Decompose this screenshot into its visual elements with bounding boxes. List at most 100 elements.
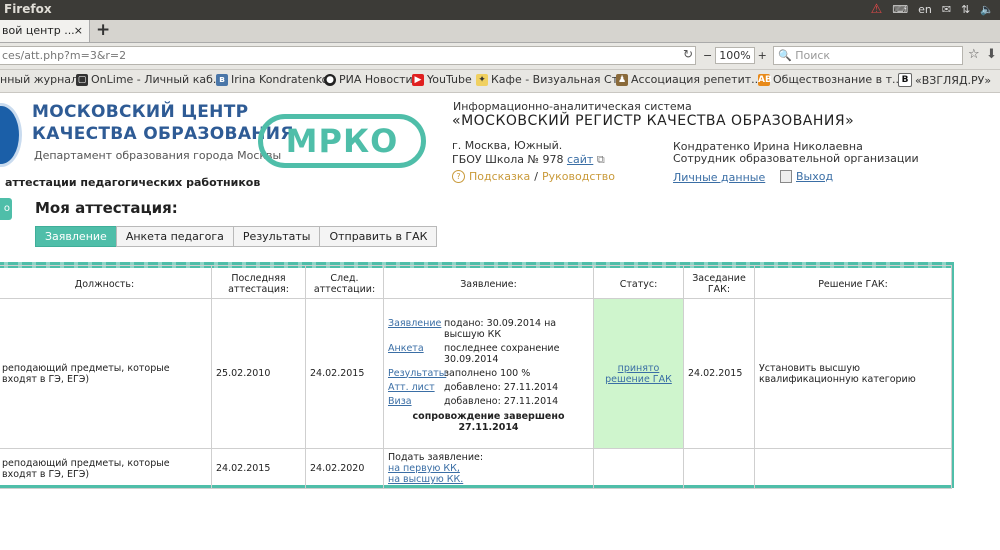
bookmark-item[interactable]: ● РИА Новости (324, 73, 413, 86)
att-sheet-link[interactable]: Атт. лист (388, 382, 444, 393)
network-icon[interactable]: ⇅ (961, 3, 970, 16)
system-tray: ⚠ ⌨ en ✉ ⇅ 🔈 (871, 2, 994, 17)
vk-icon: в (216, 73, 228, 86)
form-link[interactable]: Анкета (388, 343, 444, 365)
tab-send-to-gak[interactable]: Отправить в ГАК (319, 226, 438, 247)
help-icon: ? (452, 170, 465, 183)
app-row-results: Результаты заполнено 100 % (388, 367, 531, 379)
exit-link[interactable]: Выход (796, 170, 833, 183)
user-role: Сотрудник образовательной организации (673, 152, 919, 165)
assoc-icon: ♟ (616, 73, 628, 86)
bookmark-item[interactable]: ▢ OnLime - Личный каб... (76, 73, 223, 86)
apply-high-link[interactable]: на высшую КК. (388, 474, 589, 485)
next-attestation-cell: 24.02.2020 (305, 448, 384, 489)
zoom-in-button[interactable]: + (755, 49, 770, 62)
application-cell: Заявление подано: 30.09.2014 на высшую КК… (383, 298, 594, 449)
attestation-tabs: Заявление Анкета педагога Результаты Отп… (35, 226, 438, 247)
vzglyad-icon: В (898, 73, 912, 87)
gak-decision-cell (754, 448, 952, 489)
visa-link[interactable]: Виза (388, 396, 444, 407)
col-last-attestation: Последняя аттестация: (211, 265, 306, 299)
app-row-att-sheet: Атт. лист добавлено: 27.11.2014 (388, 381, 559, 393)
exit-icon (780, 170, 792, 183)
reload-icon[interactable]: ↻ (683, 47, 693, 61)
zoom-out-button[interactable]: − (700, 49, 715, 62)
last-attestation-cell: 25.02.2010 (211, 298, 306, 449)
site-link[interactable]: сайт (567, 153, 593, 166)
bookmark-item[interactable]: ♟ Ассоциация репетит... (616, 73, 762, 86)
org-name-line1: МОСКОВСКИЙ ЦЕНТР (32, 102, 249, 122)
position-cell: реподающий предметы, которые входят в ГЭ… (0, 298, 212, 449)
col-next-attestation: След. аттестации: (305, 265, 384, 299)
window-title: Firefox (4, 2, 52, 16)
volume-icon[interactable]: 🔈 (980, 3, 994, 16)
address-bar[interactable]: ces/att.php?m=3&r=2 (0, 46, 696, 65)
link-separator: / (534, 170, 538, 183)
tab-title: вой центр ... (2, 24, 75, 37)
youtube-icon: ▶ (412, 73, 424, 86)
gak-decision-cell: Установить высшую квалификационную катег… (754, 298, 952, 449)
bookmark-item[interactable]: нный журнал (0, 73, 78, 86)
exit-link-wrap[interactable]: Выход (780, 170, 833, 183)
app-row-application: Заявление подано: 30.09.2014 на высшую КК (388, 317, 557, 340)
col-status: Статус: (593, 265, 684, 299)
onlime-icon: ▢ (76, 73, 88, 86)
mail-icon[interactable]: ✉ (942, 3, 951, 16)
browser-tab[interactable]: вой центр ... × (0, 20, 90, 42)
external-link-icon: ⧉ (596, 153, 605, 166)
last-attestation-cell: 24.02.2015 (211, 448, 306, 489)
ab-icon: AB (758, 73, 772, 86)
tab-teacher-form[interactable]: Анкета педагога (115, 226, 234, 247)
help-links: ? Подсказка / Руководство (452, 170, 615, 183)
support-done-text: сопровождение завершено 27.11.2014 (412, 410, 565, 433)
downloads-icon[interactable]: ⬇ (986, 47, 997, 62)
bookmark-star-icon[interactable]: ☆ (968, 47, 980, 62)
tab-application[interactable]: Заявление (35, 226, 117, 247)
position-cell: реподающий предметы, которые входят в ГЭ… (0, 448, 212, 489)
bookmark-item[interactable]: AB Обществознание в т... (758, 73, 903, 86)
personal-data-link[interactable]: Личные данные (673, 171, 765, 184)
tab-results[interactable]: Результаты (232, 226, 321, 247)
table-row: реподающий предметы, которые входят в ГЭ… (0, 298, 952, 449)
keyboard-icon[interactable]: ⌨ (892, 3, 908, 16)
cafe-icon: ✦ (476, 73, 488, 86)
table-row: реподающий предметы, которые входят в ГЭ… (0, 448, 952, 489)
search-placeholder: Поиск (795, 49, 831, 62)
navigation-bar: ces/att.php?m=3&r=2 ↻ − 100% + 🔍 Поиск ☆… (0, 43, 1000, 70)
warning-icon[interactable]: ⚠ (871, 2, 883, 17)
new-tab-button[interactable]: + (96, 20, 110, 40)
app-row-visa: Виза добавлено: 27.11.2014 (388, 395, 559, 407)
next-attestation-cell: 24.02.2015 (305, 298, 384, 449)
os-title-bar: Firefox ⚠ ⌨ en ✉ ⇅ 🔈 (0, 0, 1000, 20)
bookmark-item[interactable]: ✦ Кафе - Визуальная Ст... (476, 73, 629, 86)
guide-link[interactable]: Руководство (542, 170, 615, 183)
gak-meeting-cell (683, 448, 755, 489)
zoom-level[interactable]: 100% (715, 47, 755, 64)
mrko-logo: МРКО (258, 114, 426, 168)
side-button[interactable]: о (0, 198, 12, 220)
org-name-line2: КАЧЕСТВА ОБРАЗОВАНИЯ (32, 124, 294, 144)
attestation-table: Должность: Последняя аттестация: След. а… (0, 265, 952, 489)
page-title: Моя аттестация: (35, 199, 178, 217)
bookmarks-bar: нный журнал ▢ OnLime - Личный каб... в Iri… (0, 70, 1000, 93)
col-application: Заявление: (383, 265, 594, 299)
apply-first-link[interactable]: на первую КК, (388, 463, 589, 474)
search-box[interactable]: 🔍 Поиск (773, 46, 963, 65)
bookmark-item[interactable]: ▶ YouTube (412, 73, 472, 86)
language-indicator[interactable]: en (918, 3, 932, 16)
bookmark-item[interactable]: в Irina Kondratenko (216, 73, 328, 86)
help-link[interactable]: Подсказка (469, 170, 530, 183)
application-cell: Подать заявление: на первую КК, на высшу… (383, 448, 594, 489)
section-title: аттестации педагогических работников (5, 176, 261, 189)
zoom-controls: − 100% + (700, 46, 782, 65)
search-icon: 🔍 (778, 49, 792, 62)
ria-icon: ● (324, 73, 336, 86)
department-name: Департамент образования города Москвы (34, 149, 282, 162)
results-link[interactable]: Результаты (388, 368, 446, 379)
status-link[interactable]: принято решение ГАК (605, 363, 672, 385)
application-link[interactable]: Заявление (388, 318, 444, 340)
bookmark-item[interactable]: В «ВЗГЛЯД.РУ» (898, 73, 991, 87)
close-tab-icon[interactable]: × (74, 20, 83, 42)
gak-meeting-cell: 24.02.2015 (683, 298, 755, 449)
col-gak-decision: Решение ГАК: (754, 265, 952, 299)
